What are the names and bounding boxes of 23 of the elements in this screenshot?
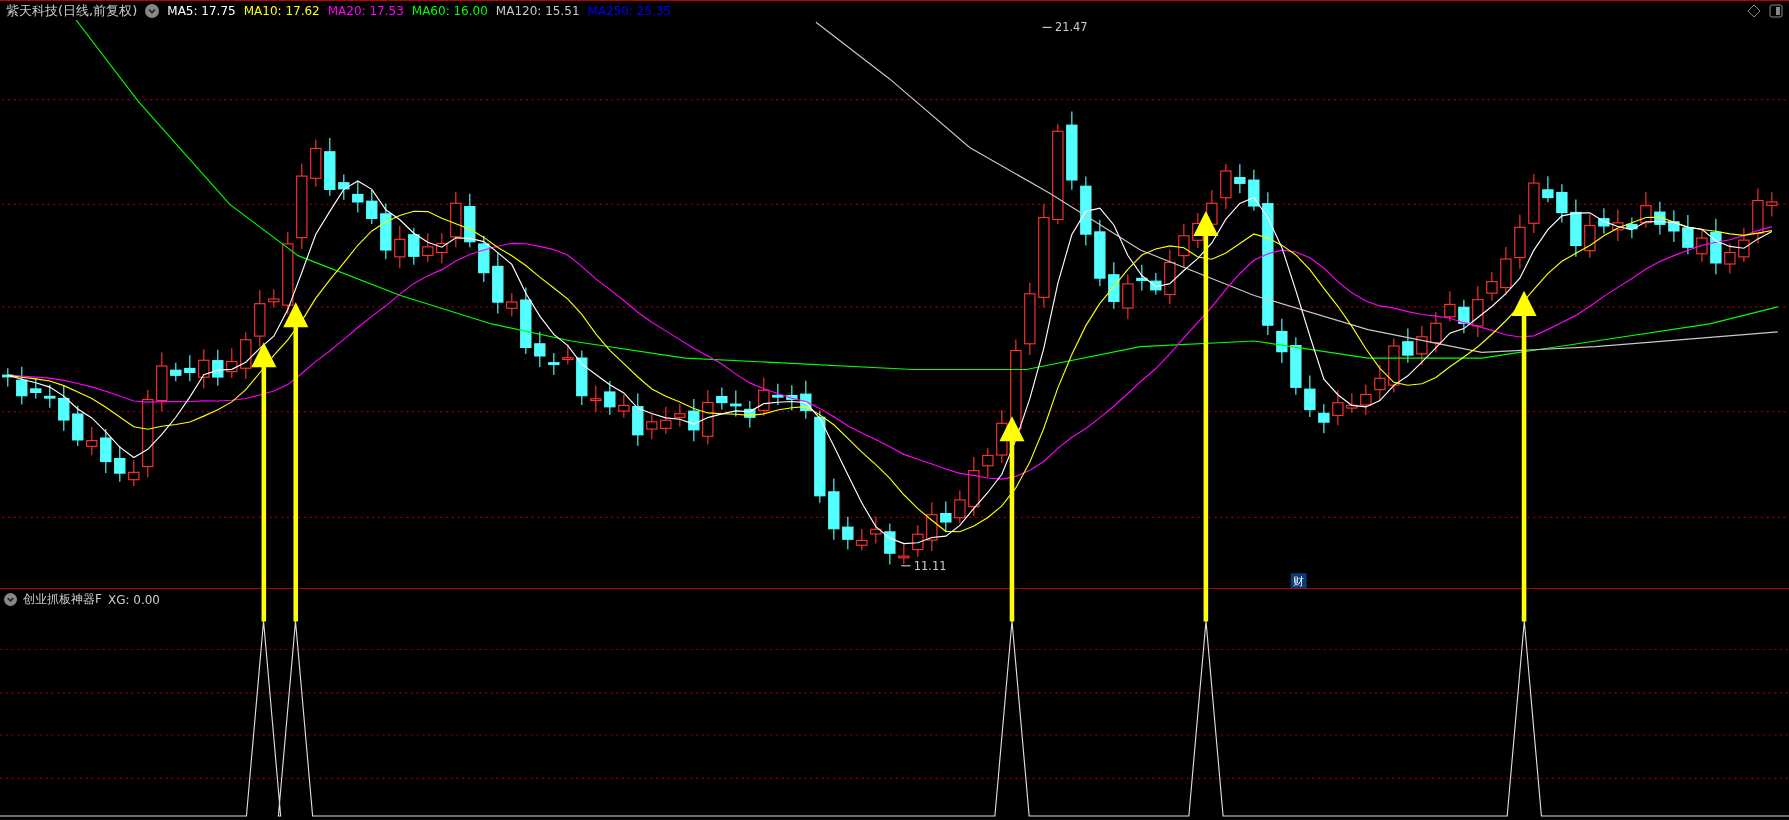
leader-line [900, 565, 911, 567]
arrow-icon [251, 342, 277, 622]
indicator-value: XG: 0.00 [107, 592, 160, 607]
finance-badge[interactable]: 财 [1290, 573, 1307, 588]
high-price-label: 21.47 [1055, 20, 1088, 35]
leader-line [1041, 26, 1053, 28]
arrow-icon [1193, 211, 1219, 622]
dropdown-icon[interactable] [4, 593, 17, 606]
diamond-icon[interactable] [1747, 3, 1761, 18]
moving-average-value: MA120: 15.51 [495, 3, 580, 18]
dropdown-icon[interactable] [145, 3, 160, 18]
moving-average-value: MA20: 17.53 [327, 3, 404, 18]
arrow-icon [283, 302, 309, 622]
stock-title: 紫天科技(日线,前复权) [6, 1, 138, 20]
moving-average-value: MA60: 16.00 [411, 3, 488, 18]
moving-average-value: MA250: 25.35 [587, 3, 672, 18]
arrow-icon [1511, 290, 1537, 622]
moving-average-value: MA5: 17.75 [167, 3, 236, 18]
panel-toggle-icon[interactable] [1769, 3, 1783, 18]
indicator-name: 创业抓板神器F [23, 591, 102, 608]
moving-average-value: MA10: 17.62 [243, 3, 320, 18]
low-price-label: 11.11 [913, 558, 947, 573]
arrow-icon [999, 416, 1025, 622]
